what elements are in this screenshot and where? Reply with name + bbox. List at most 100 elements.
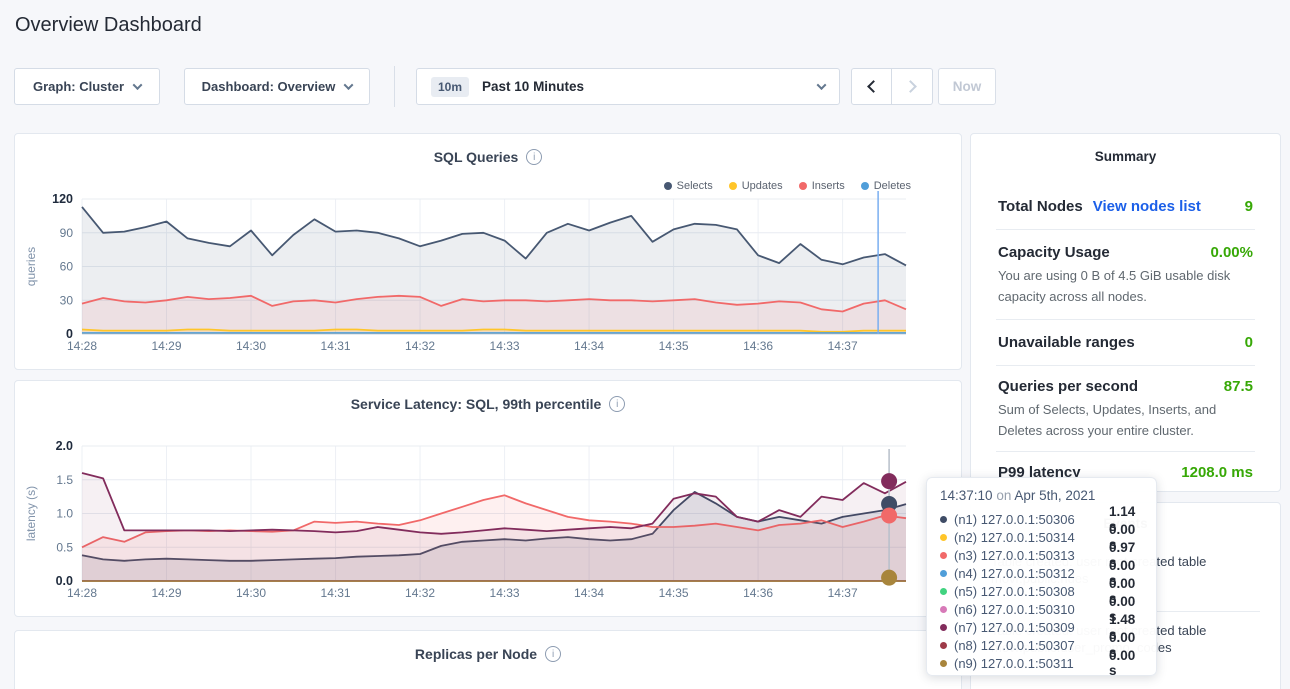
chevron-left-icon bbox=[867, 80, 880, 93]
node-color-dot-icon bbox=[940, 624, 947, 631]
node-color-dot-icon bbox=[940, 516, 947, 523]
capacity-value: 0.00% bbox=[1210, 244, 1253, 261]
svg-text:0.0: 0.0 bbox=[56, 574, 73, 588]
svg-text:30: 30 bbox=[60, 293, 74, 307]
svg-text:14:34: 14:34 bbox=[574, 339, 604, 353]
unavailable-value: 0 bbox=[1245, 334, 1253, 351]
tooltip-node-label: (n4) 127.0.0.1:50312 bbox=[954, 566, 1102, 581]
svg-text:14:31: 14:31 bbox=[321, 586, 351, 600]
view-nodes-link[interactable]: View nodes list bbox=[1093, 198, 1201, 215]
svg-text:1.5: 1.5 bbox=[56, 473, 73, 487]
svg-text:14:32: 14:32 bbox=[405, 339, 435, 353]
capacity-desc: You are using 0 B of 4.5 GiB usable disk… bbox=[971, 265, 1280, 307]
svg-text:0: 0 bbox=[66, 327, 73, 341]
tooltip-node-label: (n8) 127.0.0.1:50307 bbox=[954, 638, 1102, 653]
tooltip-node-label: (n2) 127.0.0.1:50314 bbox=[954, 530, 1102, 545]
info-icon[interactable] bbox=[545, 646, 561, 662]
chevron-right-icon bbox=[904, 80, 917, 93]
total-nodes-label: Total Nodes bbox=[998, 198, 1083, 215]
tooltip: 14:37:10 on Apr 5th, 2021 (n1) 127.0.0.1… bbox=[926, 477, 1157, 676]
unavailable-row: Unavailable ranges 0 bbox=[971, 334, 1280, 351]
svg-text:14:34: 14:34 bbox=[574, 586, 604, 600]
qps-value: 87.5 bbox=[1224, 378, 1253, 395]
time-range-nav bbox=[851, 68, 933, 105]
svg-text:14:35: 14:35 bbox=[659, 586, 689, 600]
time-range-dropdown[interactable]: 10m Past 10 Minutes bbox=[416, 68, 840, 105]
capacity-label: Capacity Usage bbox=[998, 244, 1110, 261]
svg-text:14:36: 14:36 bbox=[743, 586, 773, 600]
now-button[interactable]: Now bbox=[938, 68, 996, 105]
tooltip-on: on bbox=[996, 488, 1011, 503]
capacity-row: Capacity Usage 0.00% bbox=[971, 244, 1280, 261]
qps-row: Queries per second 87.5 bbox=[971, 378, 1280, 395]
time-range-badge: 10m bbox=[431, 77, 469, 97]
svg-text:14:33: 14:33 bbox=[490, 586, 520, 600]
node-color-dot-icon bbox=[940, 588, 947, 595]
tooltip-node-label: (n3) 127.0.0.1:50313 bbox=[954, 548, 1102, 563]
unavailable-label: Unavailable ranges bbox=[998, 334, 1135, 351]
latency-chart-plot[interactable]: 14:28 14:29 14:30 14:31 14:32 14:33 14:34 14:35… bbox=[15, 381, 961, 616]
svg-text:14:30: 14:30 bbox=[236, 586, 266, 600]
qps-desc: Sum of Selects, Updates, Inserts, and De… bbox=[971, 399, 1280, 441]
svg-text:14:36: 14:36 bbox=[743, 339, 773, 353]
prev-range-button[interactable] bbox=[851, 68, 892, 105]
tooltip-header: 14:37:10 on Apr 5th, 2021 bbox=[940, 488, 1143, 503]
svg-text:2.0: 2.0 bbox=[56, 439, 73, 453]
total-nodes-value: 9 bbox=[1245, 198, 1253, 215]
summary-divider bbox=[996, 365, 1255, 366]
tooltip-node-label: (n7) 127.0.0.1:50309 bbox=[954, 620, 1102, 635]
summary-divider bbox=[996, 451, 1255, 452]
page-title: Overview Dashboard bbox=[15, 14, 202, 37]
summary-divider bbox=[996, 229, 1255, 230]
svg-text:14:35: 14:35 bbox=[659, 339, 689, 353]
svg-text:queries: queries bbox=[24, 247, 38, 286]
tooltip-time: 14:37:10 bbox=[940, 488, 993, 503]
tooltip-node-label: (n6) 127.0.0.1:50310 bbox=[954, 602, 1102, 617]
p99-value: 1208.0 ms bbox=[1181, 464, 1253, 481]
tooltip-node-label: (n5) 127.0.0.1:50308 bbox=[954, 584, 1102, 599]
svg-text:14:31: 14:31 bbox=[321, 339, 351, 353]
node-color-dot-icon bbox=[940, 552, 947, 559]
node-color-dot-icon bbox=[940, 660, 947, 667]
controls-divider bbox=[394, 66, 395, 107]
svg-text:14:28: 14:28 bbox=[67, 586, 97, 600]
chevron-down-icon bbox=[344, 80, 354, 90]
replicas-panel: Replicas per Node bbox=[14, 630, 962, 689]
svg-text:14:32: 14:32 bbox=[405, 586, 435, 600]
svg-text:14:37: 14:37 bbox=[828, 339, 858, 353]
summary-divider bbox=[996, 319, 1255, 320]
svg-text:latency (s): latency (s) bbox=[24, 486, 38, 541]
dashboard-dropdown[interactable]: Dashboard: Overview bbox=[184, 68, 370, 105]
svg-text:60: 60 bbox=[60, 260, 74, 274]
qps-label: Queries per second bbox=[998, 378, 1138, 395]
next-range-button[interactable] bbox=[892, 68, 933, 105]
svg-text:14:37: 14:37 bbox=[828, 586, 858, 600]
summary-title: Summary bbox=[971, 134, 1280, 164]
graph-dropdown-label: Graph: Cluster bbox=[33, 79, 124, 94]
time-range-label: Past 10 Minutes bbox=[482, 79, 805, 94]
svg-text:14:29: 14:29 bbox=[151, 339, 181, 353]
service-latency-panel: Service Latency: SQL, 99th percentile 14… bbox=[14, 380, 962, 617]
svg-text:14:28: 14:28 bbox=[67, 339, 97, 353]
node-color-dot-icon bbox=[940, 642, 947, 649]
tooltip-node-value: 0.00 s bbox=[1109, 648, 1143, 678]
svg-text:120: 120 bbox=[52, 192, 73, 206]
total-nodes-row: Total Nodes View nodes list 9 bbox=[971, 198, 1280, 215]
tooltip-node-label: (n9) 127.0.0.1:50311 bbox=[954, 656, 1102, 671]
replicas-title: Replicas per Node bbox=[415, 646, 537, 662]
node-color-dot-icon bbox=[940, 570, 947, 577]
svg-text:14:30: 14:30 bbox=[236, 339, 266, 353]
svg-text:0.5: 0.5 bbox=[56, 540, 73, 554]
node-color-dot-icon bbox=[940, 606, 947, 613]
chevron-down-icon bbox=[817, 80, 827, 90]
svg-text:14:33: 14:33 bbox=[490, 339, 520, 353]
tooltip-rows: (n1) 127.0.0.1:503061.14 s(n2) 127.0.0.1… bbox=[940, 510, 1143, 672]
chart-title: Replicas per Node bbox=[15, 646, 961, 662]
tooltip-node-label: (n1) 127.0.0.1:50306 bbox=[954, 512, 1102, 527]
sql-chart-plot[interactable]: 14:28 14:29 14:30 14:31 14:32 14:33 14:34 14:35… bbox=[15, 134, 961, 369]
graph-dropdown[interactable]: Graph: Cluster bbox=[14, 68, 160, 105]
svg-text:14:29: 14:29 bbox=[151, 586, 181, 600]
sql-queries-panel: SQL Queries SelectsUpdatesInsertsDeletes… bbox=[14, 133, 962, 370]
tooltip-date: Apr 5th, 2021 bbox=[1014, 488, 1095, 503]
dashboard-dropdown-label: Dashboard: Overview bbox=[202, 79, 336, 94]
